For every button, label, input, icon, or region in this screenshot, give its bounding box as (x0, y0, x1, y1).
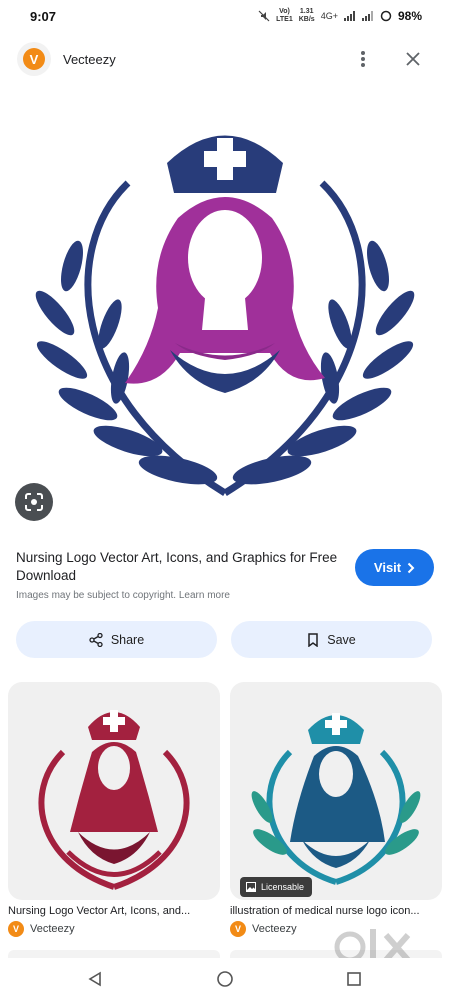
chevron-right-icon (407, 562, 415, 573)
recents-button[interactable] (341, 966, 367, 992)
related-source-1[interactable]: V Vecteezy (8, 921, 75, 937)
licensable-label: Licensable (261, 882, 305, 892)
vecteezy-logo-icon: V (23, 48, 45, 70)
visit-label: Visit (373, 560, 402, 575)
save-label: Save (327, 632, 356, 647)
related-image-2 (251, 713, 421, 885)
image-icon (246, 882, 256, 892)
save-button[interactable]: Save (231, 621, 432, 658)
related-image-1 (38, 710, 190, 890)
status-bar: 9:07 Vo) LTE1 1.31 KB/s 4G+ 98% (0, 0, 450, 34)
signal-icon-2 (361, 11, 373, 21)
home-button[interactable] (212, 966, 238, 992)
licensable-badge: Licensable (240, 877, 313, 897)
back-button[interactable] (82, 966, 108, 992)
vecteezy-logo-icon: V (8, 921, 24, 937)
visit-button[interactable]: Visit (355, 549, 434, 586)
mute-icon (258, 10, 270, 22)
lens-search-button[interactable] (15, 483, 53, 521)
share-label: Share (110, 632, 145, 647)
share-button[interactable]: Share (16, 621, 217, 658)
network-speed: 1.31 KB/s (298, 8, 315, 23)
battery-percent: 98% (397, 9, 422, 23)
network-type: 4G+ (320, 11, 338, 21)
vecteezy-logo-icon: V (230, 921, 246, 937)
source-name: Vecteezy (252, 923, 297, 935)
back-triangle-icon (88, 971, 101, 987)
share-icon (89, 632, 103, 647)
related-caption-1[interactable]: Nursing Logo Vector Art, Icons, and... (8, 905, 220, 917)
nursing-logo-image (35, 135, 415, 496)
status-icons: Vo) LTE1 1.31 KB/s 4G+ 98% (258, 8, 422, 24)
site-logo[interactable]: V (17, 42, 51, 76)
related-image-card[interactable]: Licensable (230, 682, 442, 900)
bookmark-icon (308, 632, 318, 647)
source-name: Vecteezy (30, 923, 75, 935)
copyright-notice[interactable]: Images may be subject to copyright. Lear… (16, 590, 230, 601)
close-button[interactable] (400, 46, 426, 72)
result-title[interactable]: Nursing Logo Vector Art, Icons, and Grap… (16, 549, 338, 585)
related-source-2[interactable]: V Vecteezy (230, 921, 297, 937)
related-card-peek[interactable] (8, 950, 220, 958)
home-circle-icon (217, 971, 233, 987)
battery-icon (380, 10, 392, 22)
hero-image[interactable] (0, 98, 450, 518)
related-image-card[interactable] (8, 682, 220, 900)
signal-icon (343, 11, 355, 21)
related-caption-2[interactable]: illustration of medical nurse logo icon.… (230, 905, 442, 917)
volte-indicator: Vo) LTE1 (276, 8, 293, 23)
site-name[interactable]: Vecteezy (63, 52, 116, 67)
lens-icon (25, 493, 43, 511)
more-options-button[interactable] (352, 46, 374, 72)
status-time: 9:07 (30, 9, 57, 24)
more-vert-icon (361, 51, 365, 67)
recents-square-icon (347, 972, 361, 986)
header: V Vecteezy (0, 40, 450, 82)
navigation-bar (0, 958, 450, 1000)
close-icon (406, 52, 420, 66)
